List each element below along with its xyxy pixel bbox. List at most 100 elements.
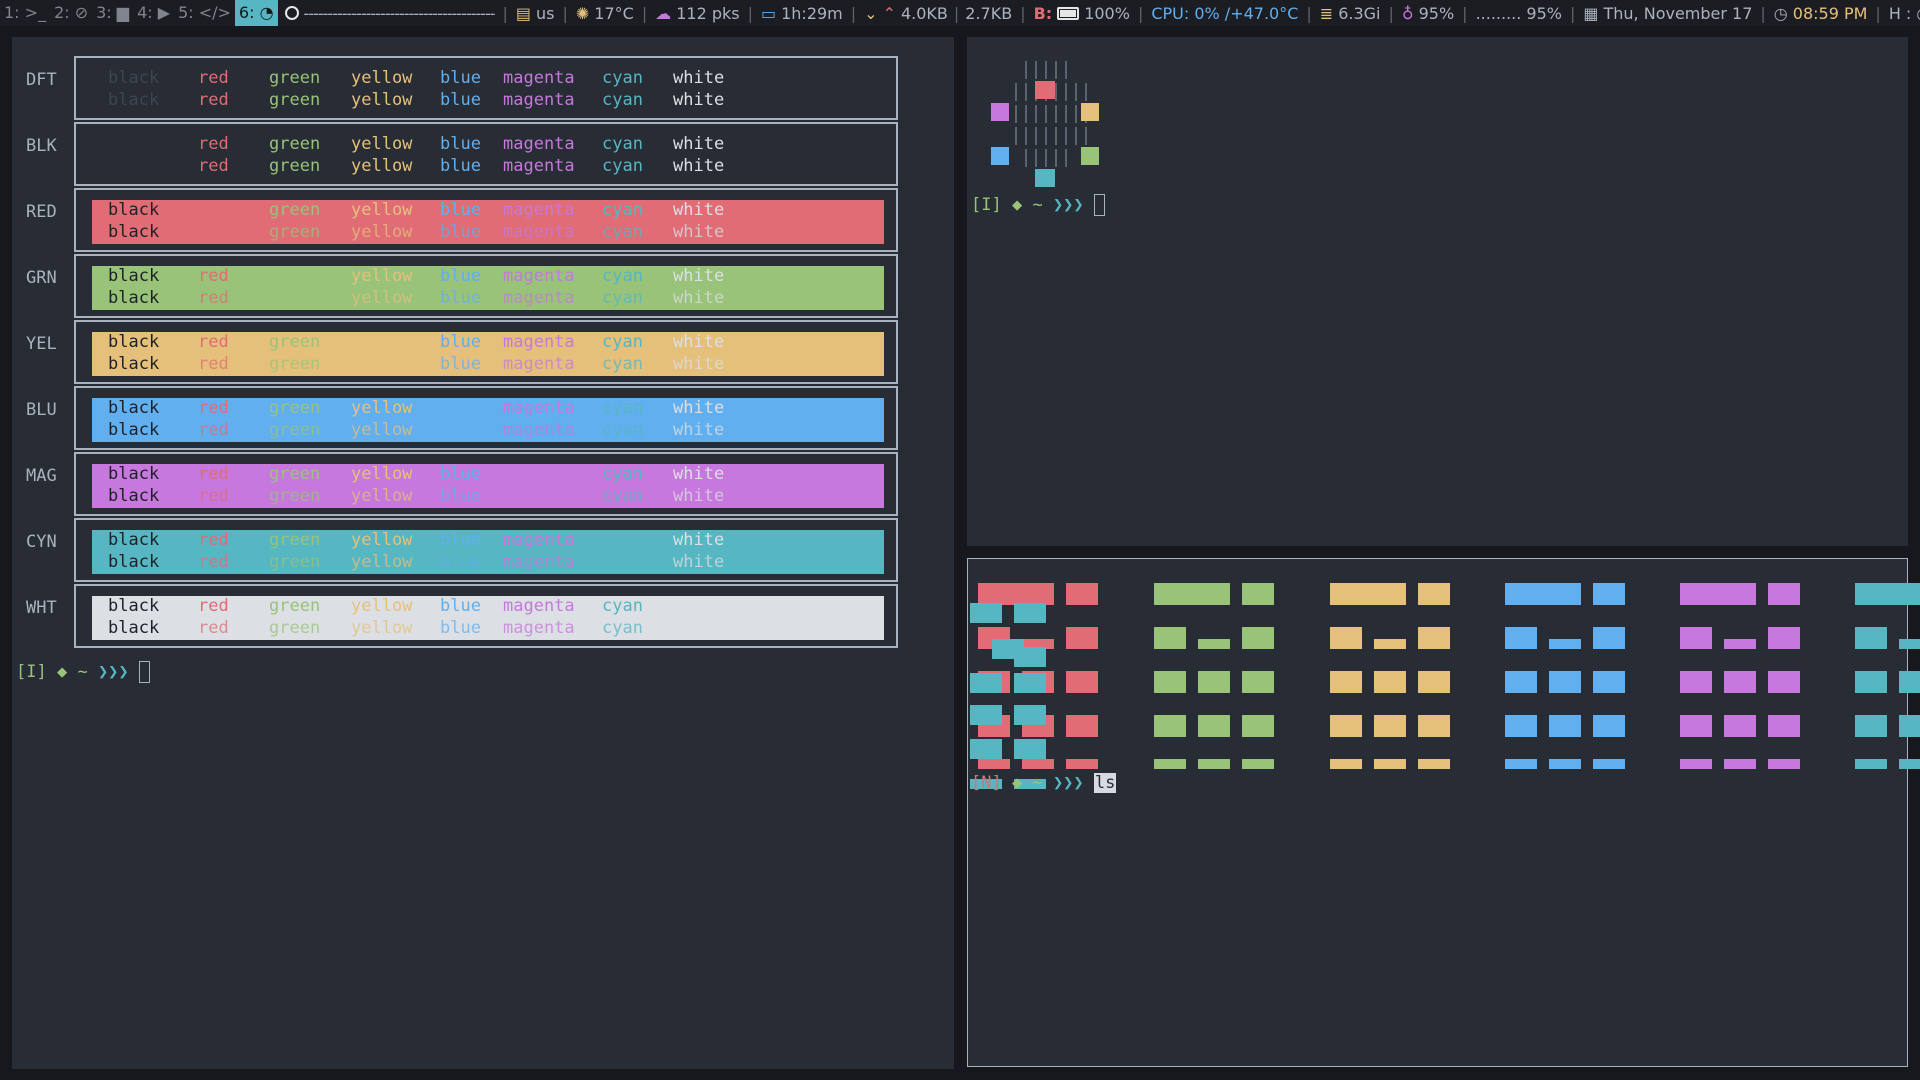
- color-sample-cyan: cyan: [602, 486, 643, 506]
- color-sample-yellow: yellow: [351, 266, 413, 286]
- download-arrow-icon: ⌄: [864, 3, 878, 23]
- color-sample-red: red: [198, 552, 229, 572]
- color-block-magenta: [1680, 759, 1712, 769]
- color-sample-yellow: yellow: [351, 420, 413, 440]
- art-line: [1085, 127, 1087, 145]
- workspace-3[interactable]: 3: ▆: [92, 0, 133, 26]
- color-sample-cyan: cyan: [602, 200, 643, 220]
- art-block-yellow: [1081, 103, 1099, 121]
- color-sample-magenta: magenta: [503, 354, 575, 374]
- color-block-green: [1154, 759, 1186, 769]
- color-sample-red: red: [198, 486, 229, 506]
- row-frame: red red green green yellow yellow blue blue mage…: [74, 122, 898, 186]
- color-sample-red: red: [198, 618, 229, 638]
- keyboard-icon: ▤: [515, 3, 531, 23]
- shell-prompt[interactable]: [N] ◆ ~ ❯❯❯ ls: [971, 773, 1117, 793]
- art-line: [1085, 83, 1087, 101]
- command-input[interactable]: ls: [1093, 773, 1117, 793]
- terminal-pane-left[interactable]: DFT black black red red green green yellow yello…: [12, 37, 954, 1069]
- color-sample-red: red: [198, 90, 229, 110]
- color-block-red: [1022, 759, 1054, 769]
- prompt-path: ◆ ~: [56, 662, 88, 682]
- row-label: BLK: [26, 136, 57, 156]
- workspace-5[interactable]: 5: </>: [174, 0, 235, 26]
- color-block-blue: [1593, 759, 1625, 769]
- color-sample-red: red: [198, 288, 229, 308]
- shell-prompt[interactable]: [I] ◆ ~ ❯❯❯: [16, 661, 150, 683]
- color-block-blue: [1505, 627, 1537, 649]
- color-sample-black: black: [108, 486, 160, 506]
- color-block-yellow: [1330, 715, 1362, 737]
- row-label: CYN: [26, 532, 57, 552]
- color-sample-yellow: yellow: [351, 134, 413, 154]
- clock-widget[interactable]: ◷ 08:59 PM: [1767, 4, 1875, 23]
- color-block-magenta: [1768, 627, 1800, 649]
- color-block-yellow: [1330, 583, 1406, 605]
- color-sample-green: green: [269, 354, 321, 374]
- color-sample-white: white: [673, 464, 725, 484]
- art-block-green: [1081, 147, 1099, 165]
- color-sample-magenta: magenta: [503, 156, 575, 176]
- color-sample-magenta: magenta: [503, 420, 575, 440]
- brightness-widget[interactable]: ♁ 95%: [1395, 4, 1461, 23]
- color-sample-white: white: [673, 90, 725, 110]
- color-sample-black: black: [108, 398, 160, 418]
- color-block-green: [1154, 671, 1186, 693]
- color-sample-red: red: [198, 266, 229, 286]
- color-sample-blue: blue: [440, 464, 481, 484]
- memory-value: 6.3Gi: [1338, 3, 1381, 23]
- row-label: MAG: [26, 466, 57, 486]
- color-block-blue: [1505, 583, 1581, 605]
- color-sample-red: red: [198, 354, 229, 374]
- color-sample-yellow: yellow: [351, 552, 413, 572]
- color-sample-red: red: [198, 398, 229, 418]
- color-sample-magenta: magenta: [503, 618, 575, 638]
- color-sample-green: green: [269, 332, 321, 352]
- uptime-widget: ▭ 1h:29m: [754, 4, 850, 23]
- shell-prompt[interactable]: [I] ◆ ~ ❯❯❯: [971, 194, 1105, 216]
- color-sample-black: black: [108, 288, 160, 308]
- color-block-magenta: [1724, 715, 1756, 737]
- color-sample-yellow: yellow: [351, 68, 413, 88]
- weather-widget[interactable]: ✺ 17°C: [569, 4, 641, 23]
- terminal-pane-bottom-right[interactable]: [N] ◆ ~ ❯❯❯ ls: [967, 558, 1920, 1067]
- art-block-blue: [991, 147, 1009, 165]
- art-line: [1015, 105, 1017, 123]
- date-widget[interactable]: ▦ Thu, November 17: [1576, 4, 1759, 23]
- workspace-6[interactable]: 6: ◔: [234, 0, 278, 26]
- color-block-cyan: [1899, 715, 1920, 737]
- packages-widget[interactable]: ☁ 112 pks: [648, 4, 746, 23]
- eye-slash-icon[interactable]: ◎: [1916, 4, 1920, 23]
- color-block-green: [1242, 759, 1274, 769]
- media-widget[interactable]: ----------------------------------------: [278, 4, 502, 23]
- status-bar: 1: >_ 2: ⊘ 3: ▆ 4: ▶ 5: </> 6: ◔ ------------…: [0, 0, 1920, 26]
- art-line: [1025, 105, 1027, 123]
- color-sample-green: green: [269, 530, 321, 550]
- keyboard-layout[interactable]: ▤ us: [509, 4, 562, 23]
- color-block-cyan: [970, 739, 1002, 759]
- workspace-4[interactable]: 4: ▶: [133, 0, 174, 26]
- color-block-blue: [1593, 715, 1625, 737]
- color-sample-white: white: [673, 266, 725, 286]
- cpu-widget[interactable]: CPU: 0% /+47.0°C: [1144, 4, 1305, 23]
- art-line: [1045, 61, 1047, 79]
- workspace-2[interactable]: 2: ⊘: [50, 0, 92, 26]
- color-block-yellow: [1374, 759, 1406, 769]
- art-line: [1025, 127, 1027, 145]
- color-block-blue: [1593, 627, 1625, 649]
- volume-widget[interactable]: ......... 95%: [1469, 4, 1569, 23]
- terminal-pane-top-right[interactable]: [I] ◆ ~ ❯❯❯: [967, 37, 1908, 546]
- art-line: [1065, 149, 1067, 167]
- color-sample-cyan: cyan: [602, 288, 643, 308]
- time-value: 08:59 PM: [1792, 3, 1868, 23]
- sun-icon: ✺: [575, 3, 590, 23]
- color-sample-yellow: yellow: [351, 618, 413, 638]
- color-block-green: [1198, 639, 1230, 649]
- workspace-1[interactable]: 1: >_: [0, 0, 50, 26]
- color-sample-black: black: [108, 222, 160, 242]
- network-widget[interactable]: ⌄ ⌃ 4.0KB | 2.7KB: [857, 4, 1019, 23]
- row-label: BLU: [26, 400, 57, 420]
- color-sample-magenta: magenta: [503, 266, 575, 286]
- art-block-red: [1035, 81, 1055, 99]
- art-line: [1075, 105, 1077, 123]
